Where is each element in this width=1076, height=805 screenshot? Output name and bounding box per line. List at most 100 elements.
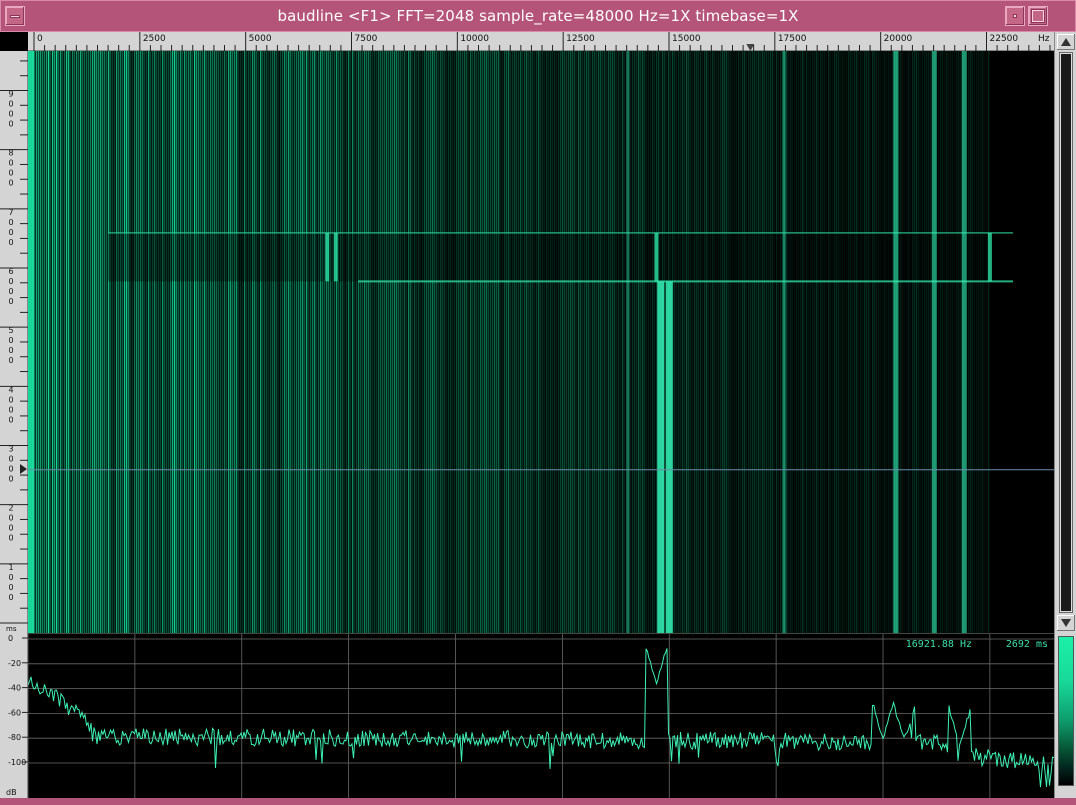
spectrogram-noise-column [42,51,44,633]
spectrogram-noise-column [482,51,484,633]
spectrogram-noise-column [954,51,956,633]
spectrogram-noise-column [452,51,454,633]
spectrogram-noise-column [308,51,310,633]
spectrogram-noise-column [880,51,882,633]
spectrogram-noise-column [910,51,912,633]
spectrogram-noise-column [706,51,708,633]
minimize-button[interactable] [1005,6,1025,26]
spectrogram-noise-column [846,51,848,633]
spectrogram-noise-column [856,51,858,633]
spectrogram-noise-column [390,51,392,633]
spectrogram-noise-column [138,51,140,633]
spectrogram-noise-column [854,51,856,633]
spectrogram-noise-column [124,51,126,633]
scroll-down-button[interactable] [1057,615,1075,631]
scroll-thumb[interactable] [1060,53,1072,612]
spectrogram-noise-column [76,51,78,633]
spectrogram-noise-column [416,51,418,633]
spectrogram-noise-column [206,51,208,633]
spectrogram-noise-column [908,51,910,633]
time-ruler[interactable]: 9 0 0 0 8 0 0 0 7 0 0 0 6 0 0 0 5 0 0 0 4 0 0 0 3 0 0 0 2 0 0 0 1 0 0 0 ms [0,51,28,633]
frequency-ruler[interactable]: 0 2500 5000 7500 10000 12500 15000 17500 20000 22… [28,32,1054,51]
spectrogram-noise-column [592,51,594,633]
minimize-icon [1013,14,1017,18]
spectrogram-noise-column [902,51,904,633]
spectrogram-noise-column [550,51,552,633]
spectrogram-noise-column [414,51,416,633]
spectrogram-noise-column [294,51,296,633]
spectrogram-noise-column [568,51,570,633]
spectrogram-noise-column [538,51,540,633]
spectrogram-noise-column [690,51,692,633]
time-tick-label: 0 [8,120,13,129]
spectrogram-noise-column [558,51,560,633]
db-tick-label: -80 [8,733,21,742]
spectrogram-noise-column [192,51,194,633]
spectrogram-noise-column [958,51,960,633]
time-axis: 900080007000600050004000300020001000ms [0,60,28,633]
window-bottom-border [0,798,1076,805]
frequency-cursor-marker [746,44,755,51]
time-tick-label: 0 [8,534,13,543]
spectrogram-noise-column [242,51,244,633]
spectrogram-noise-column [780,51,782,633]
spectrogram-noise-column [96,51,98,633]
spectrogram-noise-column [360,51,362,633]
spectrogram-noise-column [816,51,818,633]
spectrogram-noise-column [976,51,978,633]
spectrogram-noise-column [696,51,698,633]
time-tick-label: 2 [8,504,13,513]
event-band [108,232,1013,282]
spectrogram-noise-column [570,51,572,633]
spectrogram-noise-column [806,51,808,633]
spectrogram-noise-column [498,51,500,633]
playhead-marker[interactable] [20,464,27,474]
spectrum-display[interactable]: 16921.88 Hz 2692 ms [28,633,1054,799]
maximize-icon [1032,10,1044,22]
colorbar-frame [1054,633,1076,798]
spectrogram-noise-column [108,51,110,633]
spectrogram-noise-column [38,51,40,633]
spectrogram-display[interactable] [28,51,1054,633]
spectrogram-noise-column [708,51,710,633]
spectrogram-noise-column [890,51,892,633]
scroll-track[interactable] [1059,52,1073,613]
spectrogram-noise-column [406,51,408,633]
time-tick-label: 0 [8,287,13,296]
spectrogram-noise-column [302,51,304,633]
spectrogram-noise-column [396,51,398,633]
spectrogram-noise-column [320,51,322,633]
intensity-colorbar[interactable] [1058,636,1074,786]
maximize-button[interactable] [1028,6,1048,26]
spectrogram-noise-column [714,51,716,633]
spectrogram-noise-column [704,51,706,633]
spectrogram-noise-column [522,51,524,633]
spectrogram-noise-column [974,51,976,633]
spectrogram-noise-column [112,51,114,633]
spectrogram-noise-column [620,51,622,633]
spectrogram-noise-column [486,51,488,633]
spectrogram-noise-column [298,51,300,633]
spectrogram-noise-column [178,51,180,633]
spectrogram-noise-column [172,51,174,633]
spectrogram-noise-column [944,51,946,633]
scroll-up-button[interactable] [1057,34,1075,50]
spectrogram-noise-column [746,51,748,633]
time-tick-label: 0 [8,455,13,464]
spectrogram-noise-column [518,51,520,633]
time-tick-label: 9 [8,90,13,99]
spectrogram-noise-column [864,51,866,633]
freq-tick-label: 15000 [672,34,701,44]
spectrogram-noise-column [534,51,536,633]
vertical-scrollbar[interactable] [1054,32,1076,633]
time-tick-label: 0 [8,593,13,602]
spectrogram-noise-column [580,51,582,633]
spectrogram-noise-column [170,51,172,633]
spectrogram-noise-column [150,51,152,633]
spectrogram-noise-column [454,51,456,633]
spectrogram-noise-column [264,51,266,633]
spectrogram-noise-column [480,51,482,633]
spectrogram-noise-column [582,51,584,633]
spectrogram-noise-column [918,51,920,633]
title-bar[interactable]: baudline <F1> FFT=2048 sample_rate=48000… [0,0,1076,32]
